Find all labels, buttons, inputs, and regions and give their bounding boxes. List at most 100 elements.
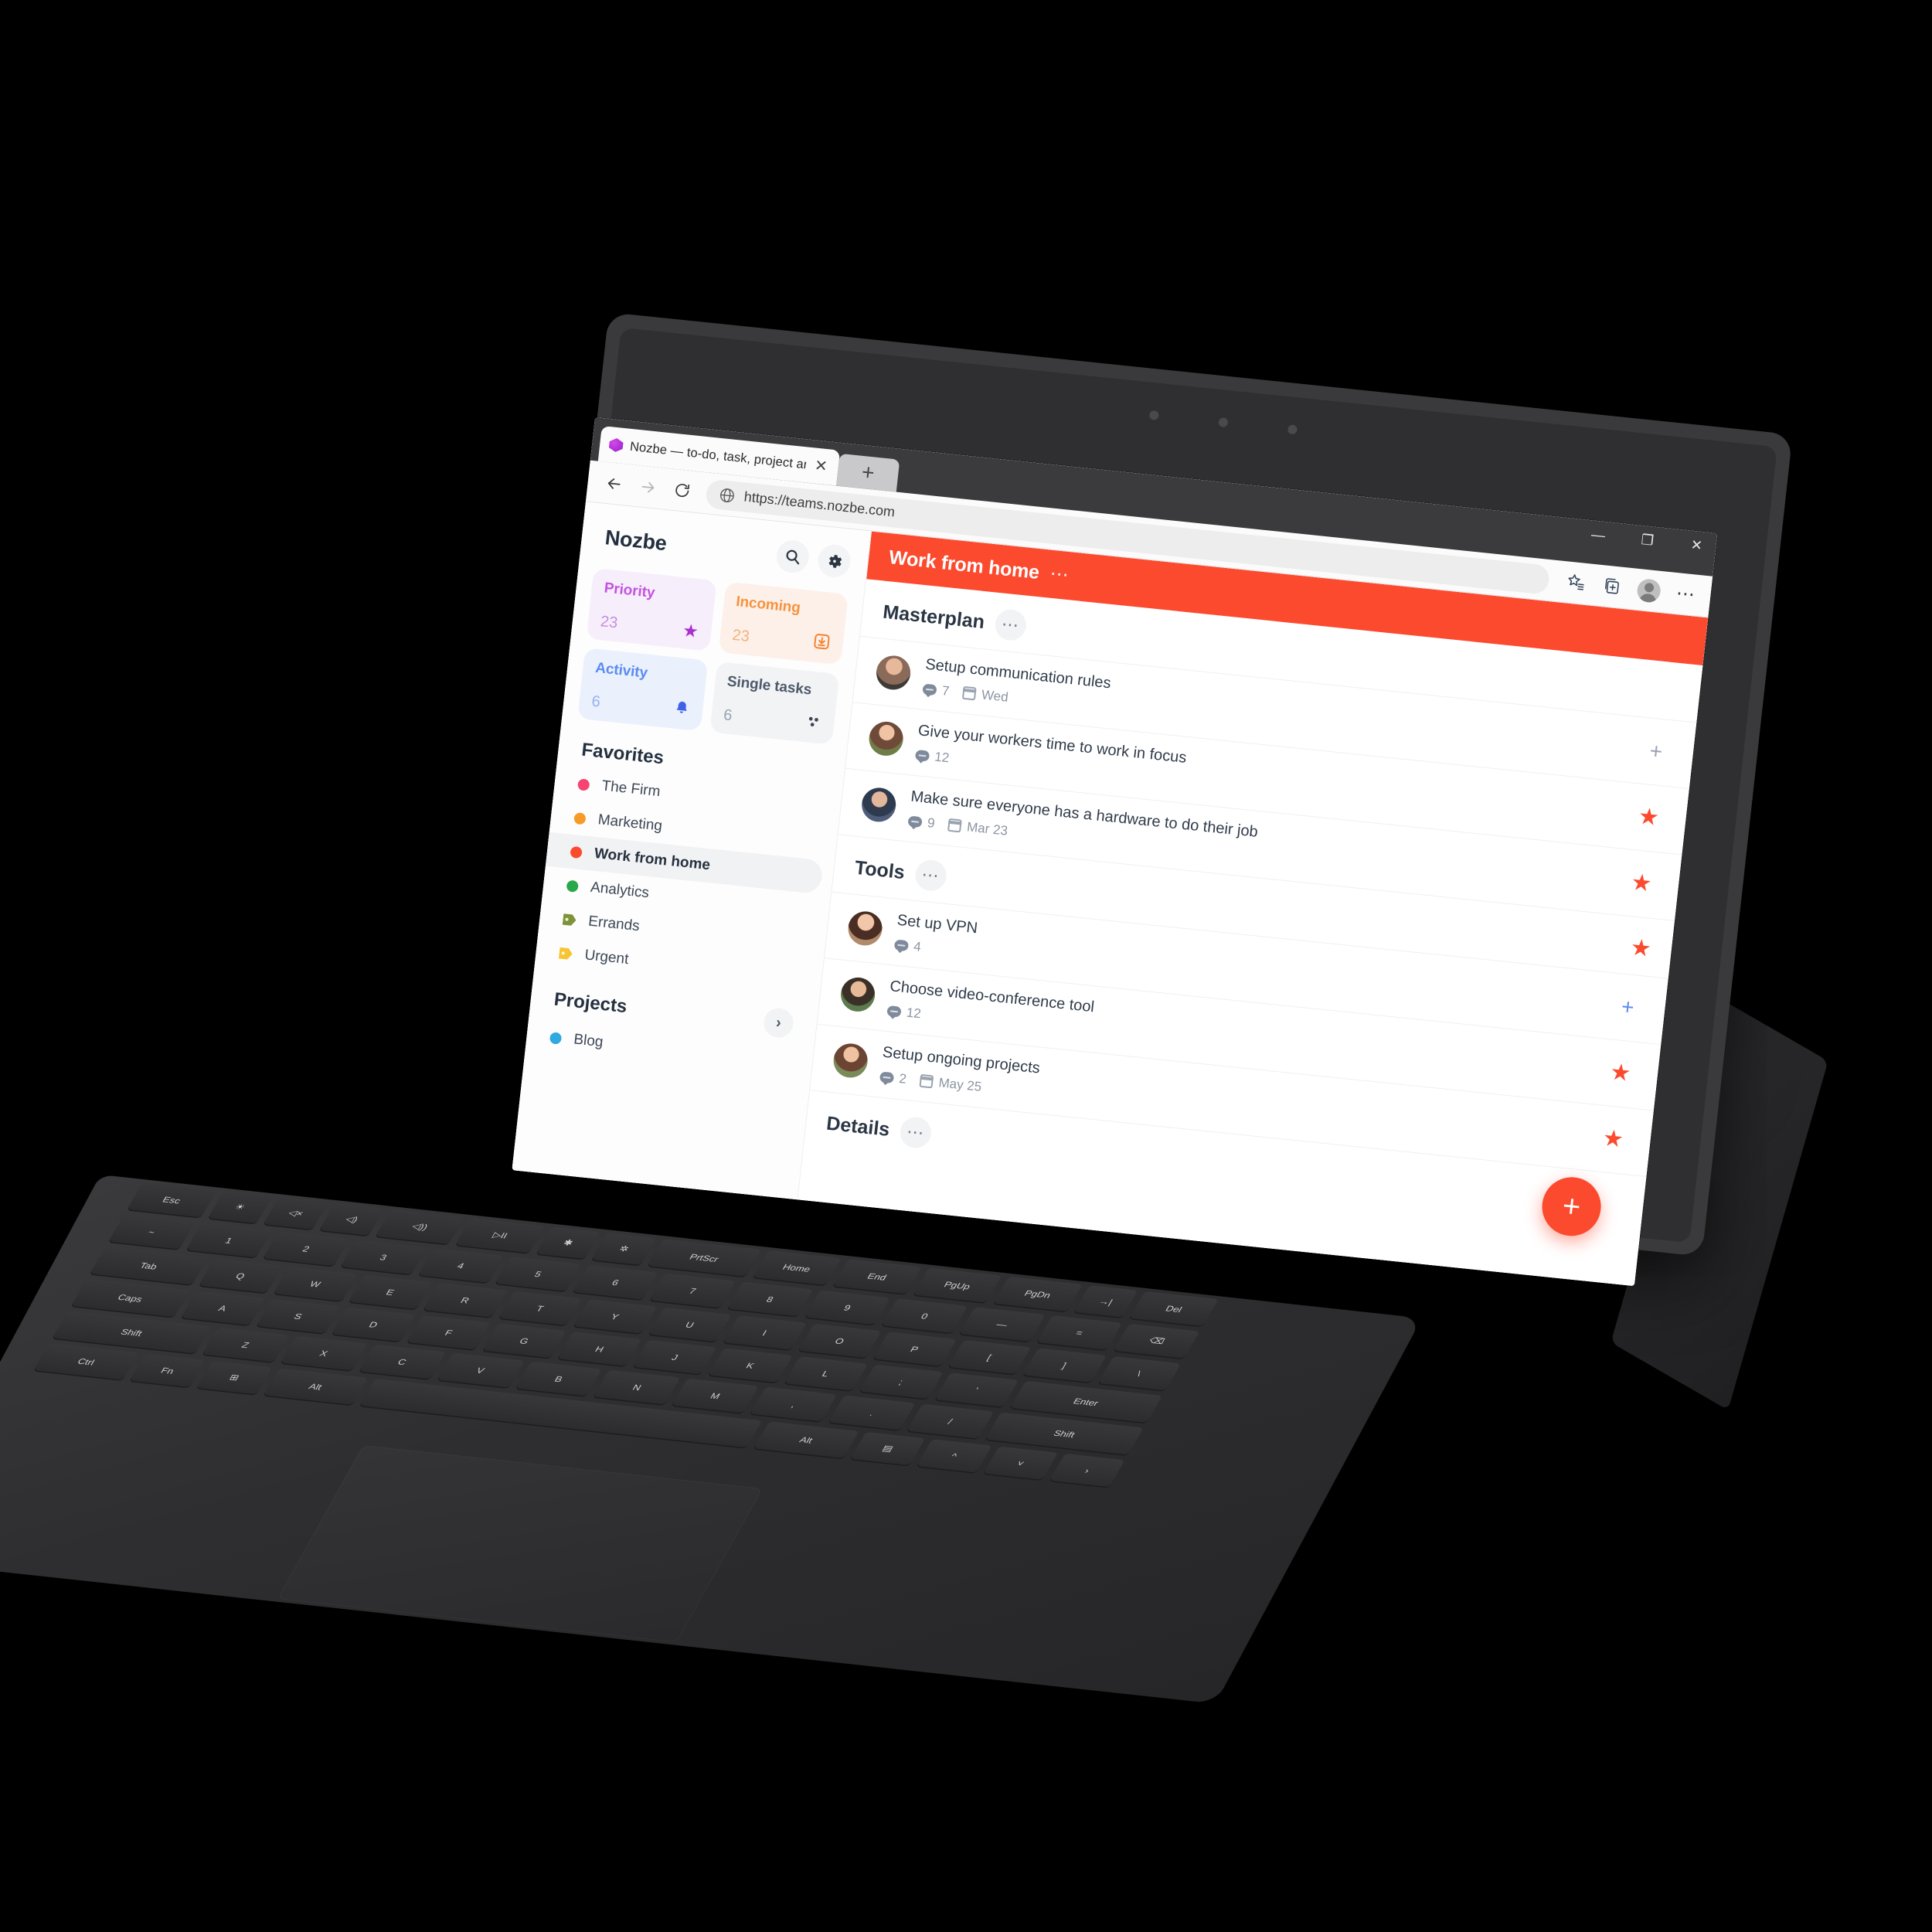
star-icon[interactable]: ★ bbox=[1601, 1125, 1624, 1153]
project-menu-icon[interactable]: ⋯ bbox=[1049, 563, 1071, 587]
reload-icon[interactable] bbox=[665, 474, 699, 508]
key-b[interactable]: B bbox=[515, 1361, 603, 1396]
key-a[interactable]: A bbox=[180, 1291, 265, 1325]
key-j[interactable]: J bbox=[633, 1339, 717, 1375]
stat-card-title: Single tasks bbox=[726, 673, 813, 699]
key-f[interactable]: F bbox=[406, 1315, 492, 1350]
maximize-icon[interactable]: ❐ bbox=[1634, 529, 1662, 550]
key-k[interactable]: K bbox=[708, 1348, 793, 1383]
more-options-icon[interactable]: ⋯ bbox=[1667, 577, 1704, 611]
key-z[interactable]: Z bbox=[202, 1327, 290, 1362]
key-x[interactable]: X bbox=[280, 1335, 368, 1371]
key-t[interactable]: T bbox=[498, 1291, 583, 1326]
key-5[interactable]: 5 bbox=[495, 1256, 582, 1291]
key-0[interactable]: 0 bbox=[882, 1298, 968, 1334]
sidebar-item-label: Work from home bbox=[593, 845, 712, 874]
key--[interactable]: ~ bbox=[108, 1214, 195, 1250]
key-i[interactable]: I bbox=[723, 1315, 807, 1350]
star-icon[interactable]: ★ bbox=[1629, 934, 1652, 962]
key-u[interactable]: U bbox=[648, 1307, 732, 1342]
key--[interactable]: — bbox=[959, 1307, 1046, 1342]
forward-icon[interactable] bbox=[631, 470, 665, 504]
add-icon[interactable]: + bbox=[1648, 738, 1664, 763]
key-l[interactable]: L bbox=[784, 1356, 869, 1391]
key--[interactable]: ] bbox=[1022, 1348, 1107, 1383]
key--[interactable]: ◁× bbox=[263, 1197, 328, 1230]
group-menu-icon[interactable]: ⋯ bbox=[913, 858, 948, 893]
key-s[interactable]: S bbox=[256, 1298, 341, 1334]
key-9[interactable]: 9 bbox=[804, 1290, 891, 1325]
key-6[interactable]: 6 bbox=[572, 1264, 659, 1300]
task-action[interactable]: + bbox=[1610, 994, 1646, 1019]
star-icon[interactable]: ★ bbox=[1637, 803, 1660, 831]
key-p[interactable]: P bbox=[872, 1332, 957, 1366]
key--[interactable]: →| bbox=[1073, 1285, 1138, 1318]
stat-card-priority[interactable]: Priority 23 ★ bbox=[586, 567, 717, 651]
group-menu-icon[interactable]: ⋯ bbox=[993, 607, 1028, 642]
key--[interactable]: ✲ bbox=[591, 1233, 657, 1265]
collections-icon[interactable] bbox=[1594, 570, 1631, 604]
key-n[interactable]: N bbox=[594, 1369, 681, 1405]
key-8[interactable]: 8 bbox=[726, 1281, 814, 1317]
task-action[interactable]: ★ bbox=[1623, 869, 1659, 897]
profile-avatar[interactable] bbox=[1631, 573, 1668, 607]
key--[interactable]: , bbox=[750, 1386, 838, 1422]
stat-card-bottom: 23 bbox=[731, 624, 832, 655]
gear-icon[interactable] bbox=[816, 543, 852, 579]
nozbe-app: Nozbe Priority 23 ★ Incoming 23 Activity… bbox=[512, 502, 1709, 1287]
stat-card-single-tasks[interactable]: Single tasks 6 bbox=[709, 661, 840, 745]
due-date-value: Mar 23 bbox=[966, 818, 1009, 838]
key--[interactable]: . bbox=[828, 1395, 916, 1430]
star-icon[interactable]: ★ bbox=[1630, 869, 1653, 897]
key--[interactable]: ✱ bbox=[536, 1226, 600, 1260]
task-action[interactable]: ★ bbox=[1631, 803, 1667, 831]
key-o[interactable]: O bbox=[798, 1323, 882, 1359]
stat-card-incoming[interactable]: Incoming 23 bbox=[718, 581, 849, 665]
key-c[interactable]: C bbox=[359, 1344, 446, 1379]
key-2[interactable]: 2 bbox=[263, 1231, 349, 1267]
star-icon[interactable]: ★ bbox=[1609, 1059, 1632, 1087]
key--[interactable]: / bbox=[906, 1403, 995, 1439]
key-v[interactable]: V bbox=[437, 1352, 525, 1388]
key--[interactable]: ; bbox=[859, 1364, 944, 1400]
key-m[interactable]: M bbox=[672, 1378, 760, 1413]
key-q[interactable]: Q bbox=[199, 1258, 283, 1293]
key--[interactable]: ⌫ bbox=[1114, 1323, 1200, 1359]
task-action[interactable]: ★ bbox=[1595, 1125, 1631, 1153]
key-caps[interactable]: Caps bbox=[71, 1278, 190, 1318]
key--[interactable]: ☀ bbox=[207, 1191, 273, 1223]
key--[interactable]: [ bbox=[947, 1339, 1032, 1375]
add-icon[interactable]: + bbox=[1621, 994, 1636, 1019]
key-3[interactable]: 3 bbox=[340, 1240, 427, 1274]
globe-icon bbox=[718, 486, 736, 505]
key-y[interactable]: Y bbox=[573, 1299, 657, 1334]
key-7[interactable]: 7 bbox=[649, 1273, 736, 1308]
favorites-icon[interactable] bbox=[1556, 566, 1594, 600]
key-h[interactable]: H bbox=[557, 1332, 642, 1366]
new-tab-button[interactable]: + bbox=[836, 453, 900, 492]
key--[interactable]: = bbox=[1036, 1315, 1123, 1350]
key--[interactable]: ◁) bbox=[319, 1202, 384, 1236]
back-icon[interactable] bbox=[597, 467, 631, 501]
key-1[interactable]: 1 bbox=[185, 1223, 272, 1258]
key-tab[interactable]: Tab bbox=[90, 1247, 208, 1285]
key--[interactable]: ' bbox=[934, 1372, 1019, 1407]
minimize-icon[interactable]: — bbox=[1584, 525, 1612, 546]
group-title: Masterplan bbox=[882, 600, 986, 633]
chevron-right-icon[interactable]: › bbox=[762, 1006, 795, 1039]
window-close-icon[interactable]: ✕ bbox=[1682, 535, 1710, 556]
task-action[interactable]: ★ bbox=[1602, 1059, 1638, 1087]
group-menu-icon[interactable]: ⋯ bbox=[898, 1115, 934, 1150]
key-4[interactable]: 4 bbox=[417, 1248, 505, 1283]
comment-count-value: 12 bbox=[934, 749, 951, 765]
task-action[interactable]: + bbox=[1638, 738, 1674, 764]
stat-card-activity[interactable]: Activity 6 bbox=[577, 648, 708, 732]
key-e[interactable]: E bbox=[349, 1274, 433, 1309]
avatar bbox=[859, 785, 898, 824]
key-w[interactable]: W bbox=[274, 1267, 358, 1301]
key-r[interactable]: R bbox=[423, 1283, 508, 1318]
key-d[interactable]: D bbox=[331, 1307, 416, 1342]
search-icon[interactable] bbox=[774, 539, 811, 575]
key-g[interactable]: G bbox=[482, 1323, 566, 1359]
close-icon[interactable]: ✕ bbox=[812, 457, 830, 476]
